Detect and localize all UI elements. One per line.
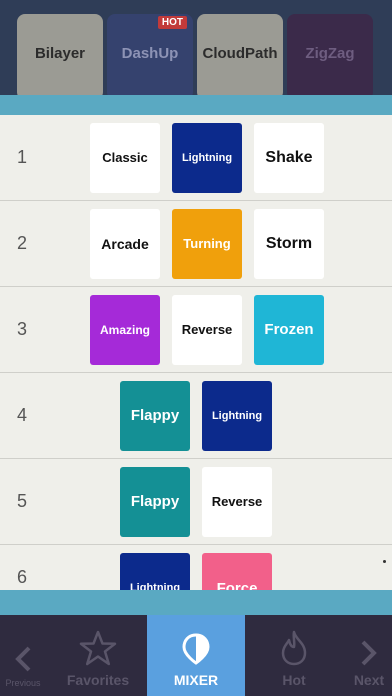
hot-tab[interactable]: Hot bbox=[246, 615, 342, 696]
mode-tile-label: Shake bbox=[265, 148, 313, 166]
game-tile-label: CloudPath bbox=[202, 44, 278, 62]
mixer-row: 4 Flappy Lightning bbox=[0, 373, 392, 459]
mode-tile-amazing[interactable]: Amazing bbox=[90, 294, 160, 365]
next-label: Next bbox=[353, 672, 385, 688]
panel-bottom-bar bbox=[0, 590, 392, 616]
mode-tile-label: Flappy bbox=[130, 493, 180, 510]
scroll-indicator bbox=[383, 560, 386, 563]
mode-tile-label: Arcade bbox=[101, 235, 149, 252]
panel-top-bar bbox=[0, 95, 392, 115]
mode-tile-arcade[interactable]: Arcade bbox=[90, 208, 160, 279]
mixer-rows-list[interactable]: 1 Classic Lightning Shake 2 Arcade Turni… bbox=[0, 115, 392, 590]
mode-tile-label: Reverse bbox=[211, 494, 263, 509]
row-number: 4 bbox=[17, 405, 28, 425]
star-icon bbox=[79, 630, 117, 666]
mode-tile-lightning[interactable]: Lightning bbox=[172, 122, 242, 193]
mixer-label: MIXER bbox=[173, 672, 219, 688]
mode-tile-label: Amazing bbox=[99, 322, 150, 337]
mode-tile-label: Turning bbox=[183, 236, 231, 251]
flame-icon bbox=[281, 630, 307, 666]
game-tile-label: Bilayer bbox=[34, 44, 86, 62]
mixer-row: 2 Arcade Turning Storm bbox=[0, 201, 392, 287]
mode-tile-flappy[interactable]: Flappy bbox=[120, 466, 190, 537]
mode-tile-turning[interactable]: Turning bbox=[172, 208, 242, 279]
top-game-strip: Bilayer HOT DashUp CloudPath ZigZag bbox=[0, 0, 392, 95]
mixer-icon bbox=[182, 633, 210, 665]
mode-tile-lightning[interactable]: Lightning bbox=[202, 380, 272, 451]
game-tile-label: ZigZag bbox=[305, 44, 355, 62]
mixer-row: 3 Amazing Reverse Frozen bbox=[0, 287, 392, 373]
mixer-tab[interactable]: MIXER bbox=[147, 615, 245, 696]
chevron-left-icon bbox=[15, 646, 31, 672]
mode-tile-storm[interactable]: Storm bbox=[254, 208, 324, 279]
mode-tile-label: Lightning bbox=[211, 409, 263, 422]
mode-tile-label: Frozen bbox=[264, 321, 314, 338]
mode-tile-flappy[interactable]: Flappy bbox=[120, 380, 190, 451]
next-button[interactable]: Next bbox=[346, 615, 392, 696]
bottom-nav: Previous Favorites MIXER Hot Next bbox=[0, 615, 392, 696]
row-number: 1 bbox=[17, 147, 28, 167]
row-number: 6 bbox=[17, 567, 28, 587]
chevron-right-icon bbox=[361, 640, 377, 666]
mode-tile-reverse[interactable]: Reverse bbox=[202, 466, 272, 537]
mode-tile-label: Lightning bbox=[129, 582, 181, 590]
game-tile-bilayer[interactable]: Bilayer bbox=[17, 14, 103, 95]
mode-tile-label: Force bbox=[216, 579, 258, 591]
game-tile-cloudpath[interactable]: CloudPath bbox=[197, 14, 283, 95]
mode-tile-shake[interactable]: Shake bbox=[254, 122, 324, 193]
mode-tile-label: Flappy bbox=[130, 407, 180, 424]
mode-tile-reverse[interactable]: Reverse bbox=[172, 294, 242, 365]
mode-tile-force[interactable]: Force bbox=[202, 553, 272, 590]
mixer-row: 6 Lightning Force bbox=[0, 545, 392, 590]
mode-tile-classic[interactable]: Classic bbox=[90, 122, 160, 193]
game-tile-dashup[interactable]: HOT DashUp bbox=[107, 14, 193, 95]
favorites-tab[interactable]: Favorites bbox=[50, 615, 146, 696]
row-number: 3 bbox=[17, 319, 28, 339]
mixer-row: 5 Flappy Reverse bbox=[0, 459, 392, 545]
mode-tile-label: Storm bbox=[265, 234, 313, 252]
mixer-panel: 1 Classic Lightning Shake 2 Arcade Turni… bbox=[0, 95, 392, 616]
favorites-label: Favorites bbox=[66, 672, 130, 688]
mode-tile-label: Lightning bbox=[181, 151, 233, 164]
game-tile-zigzag[interactable]: ZigZag bbox=[287, 14, 373, 95]
mixer-row: 1 Classic Lightning Shake bbox=[0, 115, 392, 201]
mode-tile-label: Classic bbox=[102, 150, 148, 165]
hot-label: Hot bbox=[282, 672, 306, 688]
mode-tile-label: Reverse bbox=[181, 322, 233, 337]
previous-label: Previous bbox=[5, 678, 41, 688]
game-tile-label: DashUp bbox=[121, 44, 179, 62]
hot-badge: HOT bbox=[157, 16, 187, 29]
mode-tile-frozen[interactable]: Frozen bbox=[254, 294, 324, 365]
row-number: 2 bbox=[17, 233, 28, 253]
previous-button[interactable]: Previous bbox=[0, 615, 46, 696]
row-number: 5 bbox=[17, 491, 28, 511]
mode-tile-lightning[interactable]: Lightning bbox=[120, 553, 190, 590]
